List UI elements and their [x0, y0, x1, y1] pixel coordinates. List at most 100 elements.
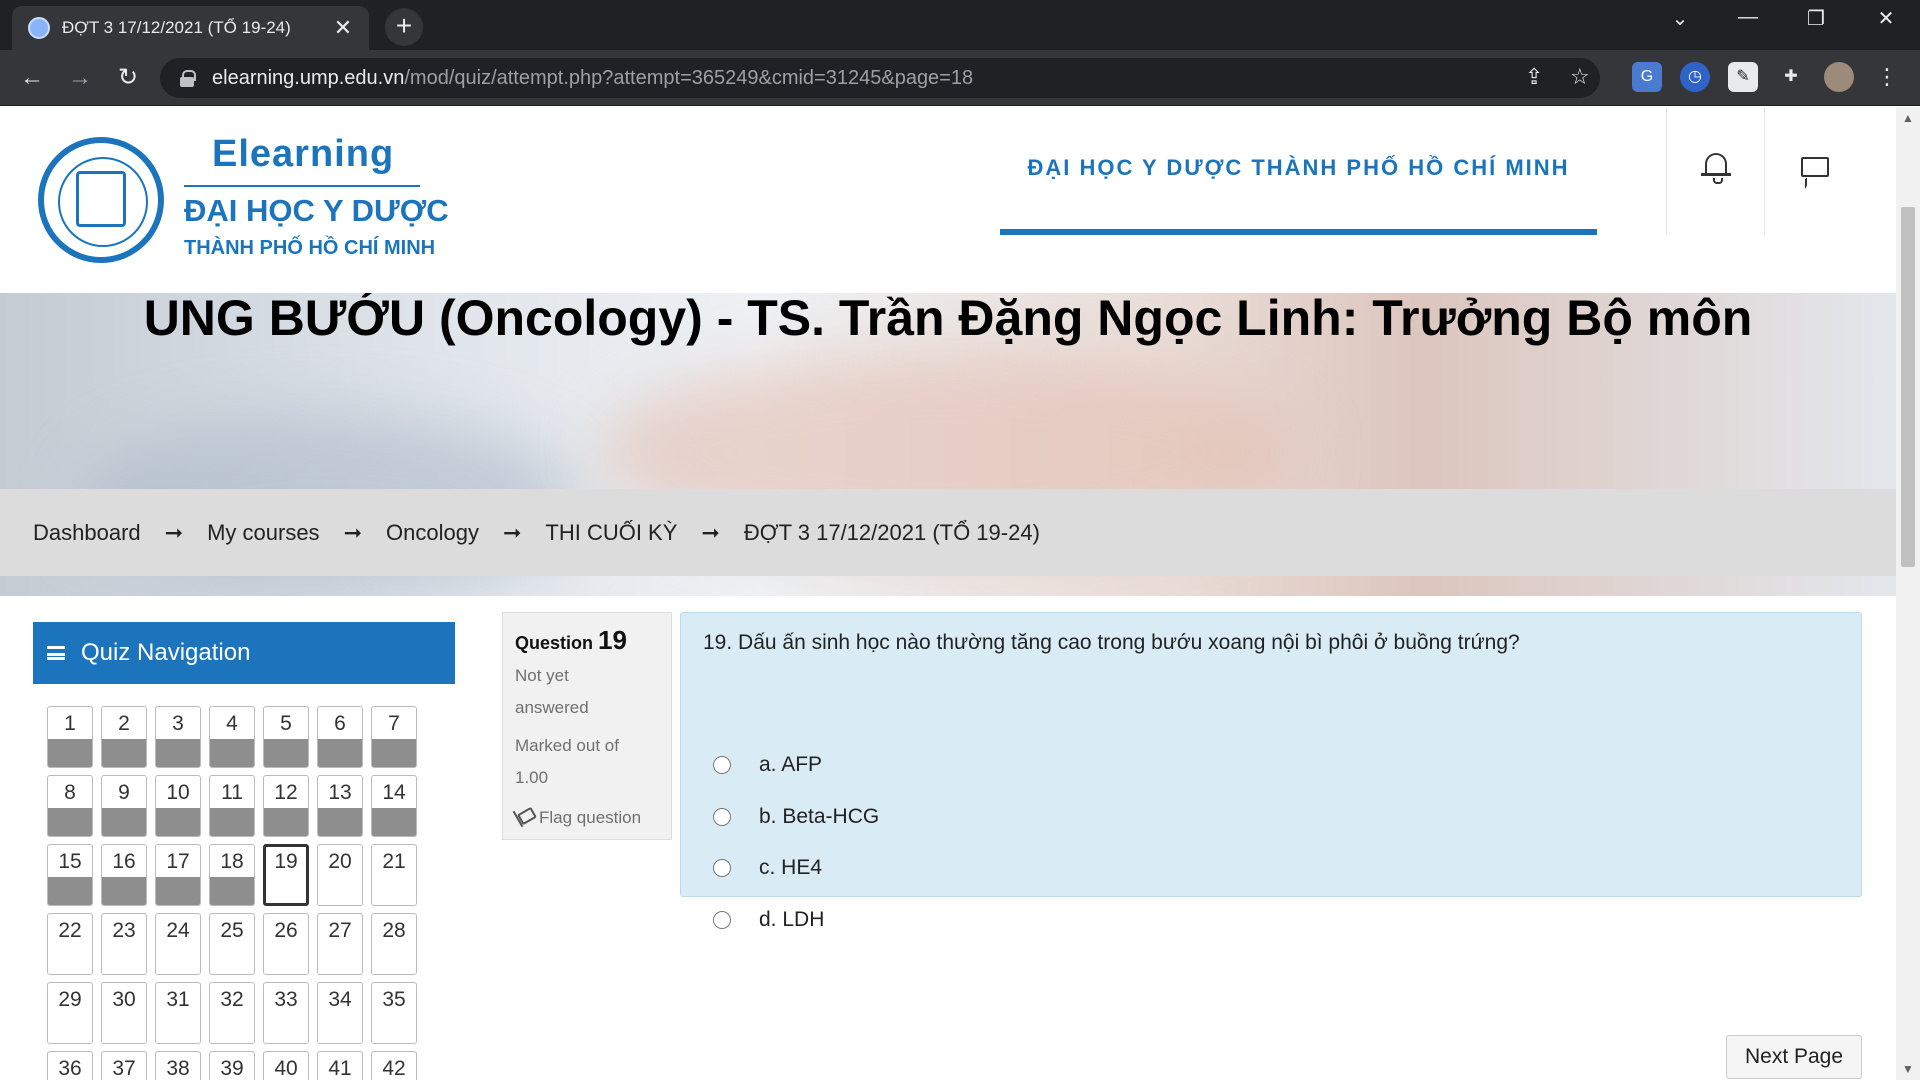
quiz-nav-question-28[interactable]: 28 — [371, 913, 417, 975]
question-grade: Marked out of 1.00 — [515, 736, 619, 787]
scroll-up-icon[interactable]: ▲ — [1896, 111, 1920, 125]
quiz-nav-question-27[interactable]: 27 — [317, 913, 363, 975]
quiz-nav-status-fill — [102, 946, 146, 974]
quiz-nav-question-19[interactable]: 19 — [263, 844, 309, 906]
quiz-nav-status-fill — [102, 877, 146, 905]
forward-button[interactable]: → — [62, 60, 98, 96]
quiz-nav-number: 25 — [220, 919, 244, 942]
quiz-nav-question-9[interactable]: 9 — [101, 775, 147, 837]
quiz-nav-question-2[interactable]: 2 — [101, 706, 147, 768]
quiz-nav-question-18[interactable]: 18 — [209, 844, 255, 906]
radio-button[interactable] — [713, 859, 731, 877]
browser-tab[interactable]: ĐỢT 3 17/12/2021 (TỔ 19-24) ✕ — [12, 6, 369, 50]
quiz-nav-question-23[interactable]: 23 — [101, 913, 147, 975]
arrow-right-icon: ➞ — [701, 519, 720, 545]
quiz-nav-question-17[interactable]: 17 — [155, 844, 201, 906]
quiz-nav-question-26[interactable]: 26 — [263, 913, 309, 975]
notifications-button[interactable] — [1666, 107, 1764, 235]
quiz-nav-question-34[interactable]: 34 — [317, 982, 363, 1044]
scroll-down-icon[interactable]: ▼ — [1896, 1062, 1920, 1076]
close-tab-icon[interactable]: ✕ — [331, 15, 355, 41]
quiz-nav-question-41[interactable]: 41 — [317, 1051, 363, 1080]
quiz-nav-question-37[interactable]: 37 — [101, 1051, 147, 1080]
breadcrumb-dashboard[interactable]: Dashboard — [33, 520, 141, 546]
quiz-nav-question-31[interactable]: 31 — [155, 982, 201, 1044]
reload-button[interactable]: ↻ — [110, 60, 146, 96]
quiz-nav-question-36[interactable]: 36 — [47, 1051, 93, 1080]
new-tab-button[interactable]: + — [385, 8, 423, 46]
address-bar[interactable]: elearning.ump.edu.vn/mod/quiz/attempt.ph… — [160, 58, 1600, 98]
flag-icon — [515, 810, 531, 826]
quiz-nav-question-10[interactable]: 10 — [155, 775, 201, 837]
quiz-nav-number: 24 — [166, 919, 190, 942]
quiz-nav-status-fill — [372, 1015, 416, 1043]
clock-extension-icon[interactable]: ◷ — [1680, 62, 1710, 92]
quiz-nav-question-3[interactable]: 3 — [155, 706, 201, 768]
breadcrumb-course[interactable]: Oncology — [386, 520, 479, 546]
breadcrumb-my-courses[interactable]: My courses — [207, 520, 319, 546]
answer-option-d[interactable]: d. LDH — [713, 908, 824, 932]
quiz-nav-question-38[interactable]: 38 — [155, 1051, 201, 1080]
quiz-nav-question-22[interactable]: 22 — [47, 913, 93, 975]
quiz-nav-question-42[interactable]: 42 — [371, 1051, 417, 1080]
quiz-nav-question-13[interactable]: 13 — [317, 775, 363, 837]
quiz-nav-question-14[interactable]: 14 — [371, 775, 417, 837]
quiz-navigation-header[interactable]: Quiz Navigation — [33, 622, 455, 684]
radio-button[interactable] — [713, 808, 731, 826]
messages-button[interactable] — [1764, 107, 1862, 235]
browser-menu-icon[interactable]: ⋮ — [1872, 62, 1902, 92]
quiz-nav-question-24[interactable]: 24 — [155, 913, 201, 975]
quiz-nav-question-29[interactable]: 29 — [47, 982, 93, 1044]
quiz-nav-status-fill — [48, 1015, 92, 1043]
restore-window-button[interactable]: ❐ — [1796, 6, 1836, 31]
close-window-button[interactable]: ✕ — [1866, 6, 1906, 31]
lock-icon[interactable] — [180, 70, 196, 87]
answer-option-a[interactable]: a. AFP — [713, 753, 822, 777]
minimize-window-button[interactable]: — — [1728, 6, 1768, 29]
back-button[interactable]: ← — [14, 60, 50, 96]
breadcrumb-quiz[interactable]: ĐỢT 3 17/12/2021 (TỔ 19-24) — [744, 520, 1040, 546]
quiz-nav-question-33[interactable]: 33 — [263, 982, 309, 1044]
quiz-nav-question-7[interactable]: 7 — [371, 706, 417, 768]
share-icon[interactable]: ⇪ — [1525, 64, 1543, 90]
quiz-nav-status-fill — [318, 877, 362, 905]
quiz-nav-question-16[interactable]: 16 — [101, 844, 147, 906]
quiz-nav-question-6[interactable]: 6 — [317, 706, 363, 768]
quiz-nav-question-8[interactable]: 8 — [47, 775, 93, 837]
quiz-nav-question-15[interactable]: 15 — [47, 844, 93, 906]
quiz-nav-question-20[interactable]: 20 — [317, 844, 363, 906]
quiz-nav-number: 6 — [334, 712, 346, 735]
quiz-nav-question-4[interactable]: 4 — [209, 706, 255, 768]
bookmark-star-icon[interactable]: ☆ — [1570, 64, 1590, 90]
edit-extension-icon[interactable]: ✎ — [1728, 62, 1758, 92]
answer-option-b[interactable]: b. Beta-HCG — [713, 805, 879, 829]
radio-button[interactable] — [713, 756, 731, 774]
quiz-nav-question-39[interactable]: 39 — [209, 1051, 255, 1080]
radio-button[interactable] — [713, 911, 731, 929]
quiz-nav-question-21[interactable]: 21 — [371, 844, 417, 906]
scrollbar-thumb[interactable] — [1901, 207, 1915, 567]
quiz-nav-question-5[interactable]: 5 — [263, 706, 309, 768]
translate-extension-icon[interactable]: G — [1632, 62, 1662, 92]
university-nav-link[interactable]: ĐẠI HỌC Y DƯỢC THÀNH PHỐ HỒ CHÍ MINH — [1000, 107, 1597, 235]
quiz-nav-status-fill — [264, 808, 308, 836]
university-seal-logo[interactable] — [38, 137, 164, 263]
next-page-button[interactable]: Next Page — [1726, 1035, 1862, 1079]
quiz-nav-question-12[interactable]: 12 — [263, 775, 309, 837]
quiz-nav-question-40[interactable]: 40 — [263, 1051, 309, 1080]
profile-avatar[interactable] — [1824, 62, 1854, 92]
answer-option-c[interactable]: c. HE4 — [713, 856, 822, 880]
quiz-nav-question-35[interactable]: 35 — [371, 982, 417, 1044]
quiz-nav-number: 7 — [388, 712, 400, 735]
quiz-nav-question-32[interactable]: 32 — [209, 982, 255, 1044]
extensions-puzzle-icon[interactable]: ✚ — [1776, 62, 1806, 92]
breadcrumb-section[interactable]: THI CUỐI KỲ — [545, 520, 677, 546]
quiz-nav-question-11[interactable]: 11 — [209, 775, 255, 837]
quiz-nav-question-25[interactable]: 25 — [209, 913, 255, 975]
quiz-nav-question-1[interactable]: 1 — [47, 706, 93, 768]
quiz-nav-question-30[interactable]: 30 — [101, 982, 147, 1044]
quiz-nav-status-fill — [156, 739, 200, 767]
tab-search-icon[interactable]: ⌄ — [1660, 6, 1700, 31]
flag-question-button[interactable]: Flag question — [515, 808, 659, 828]
page-scrollbar[interactable]: ▲ ▼ — [1896, 107, 1920, 1080]
